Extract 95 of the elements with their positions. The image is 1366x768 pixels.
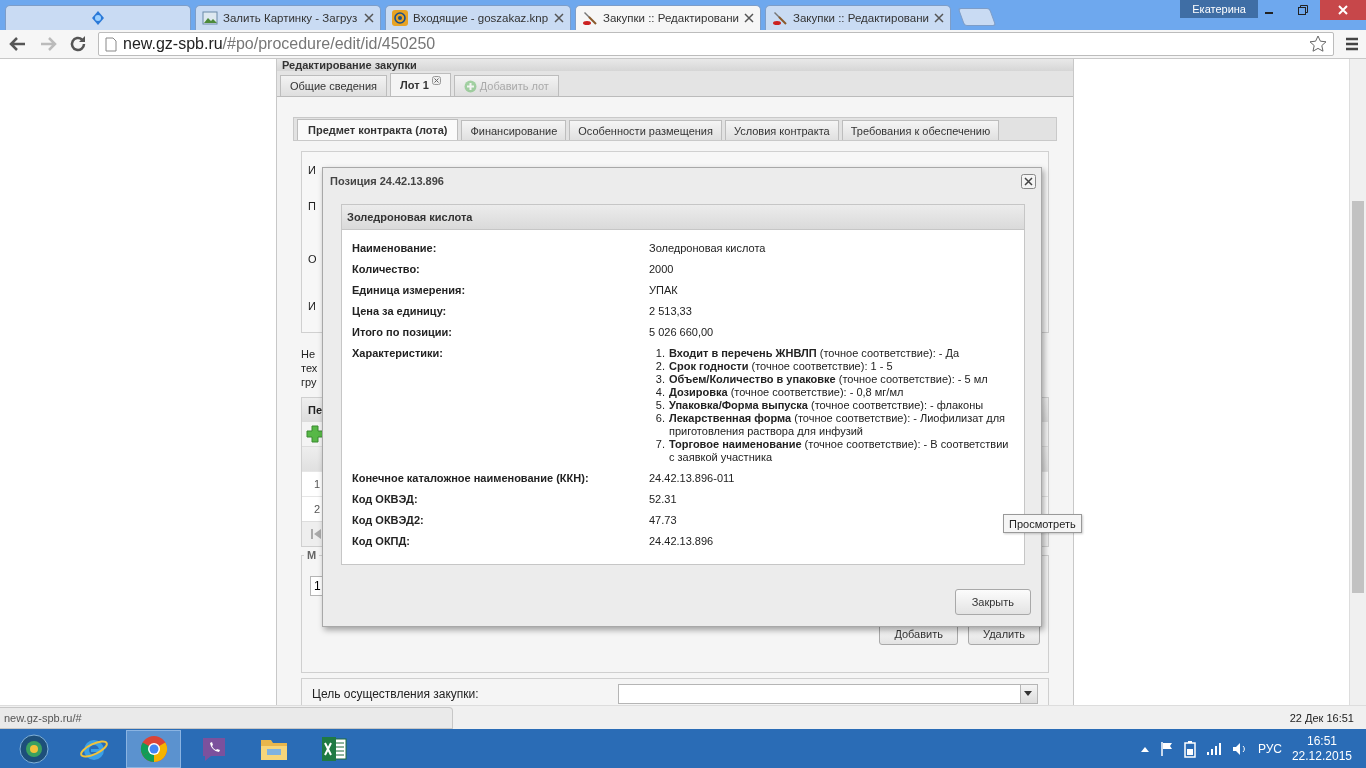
field-label: О [308, 253, 317, 265]
close-icon[interactable] [554, 13, 564, 23]
section-title: Золедроновая кислота [342, 205, 1024, 230]
field-value: УПАК [649, 284, 678, 296]
list-item: Лекарственная форма (точное соответствие): - Лиофилизат для приготовления раствора для инфузий [669, 412, 1007, 438]
language-indicator[interactable]: РУС [1257, 742, 1282, 756]
field-value: 24.42.13.896-011 [649, 472, 735, 484]
hammer-icon [582, 10, 598, 26]
signal-icon[interactable] [1205, 742, 1222, 756]
note-text: гру [301, 376, 317, 388]
browser-tab[interactable]: Залить Картинку - Загруз [195, 5, 381, 30]
field-value: Золедроновая кислота [649, 242, 766, 254]
tab[interactable]: Предмет контракта (лота) [297, 119, 459, 140]
reload-icon[interactable] [68, 34, 88, 54]
field-label: Количество: [352, 263, 421, 276]
field-label: Цена за единицу: [352, 305, 448, 318]
browser-tab[interactable]: Входящие - goszakaz.knp [385, 5, 571, 30]
star-icon[interactable] [1309, 35, 1327, 53]
chrome-icon[interactable] [139, 735, 168, 763]
tab[interactable]: Лот 1 [390, 73, 451, 96]
close-icon[interactable] [431, 76, 441, 85]
field-value: 2000 [649, 263, 674, 275]
field-label: Код ОКВЭД: [352, 493, 419, 506]
list-number: 2. [654, 360, 665, 373]
profile-name[interactable]: Екатерина [1180, 0, 1258, 18]
field-value: 47.73 [649, 514, 677, 526]
scrollbar[interactable] [1349, 59, 1366, 706]
tab[interactable]: Финансирование [461, 120, 567, 140]
list-number: 1. [654, 347, 665, 360]
close-button[interactable]: Закрыть [954, 589, 1031, 615]
field-label: Единица измерения: [352, 284, 467, 297]
list-number: 4. [654, 386, 665, 399]
close-button[interactable] [1320, 0, 1366, 20]
restore-icon[interactable] [1298, 5, 1308, 15]
field-value: 24.42.13.896 [649, 535, 714, 547]
tab[interactable]: Условия контракта [724, 120, 839, 140]
list-number: 7. [654, 438, 665, 452]
address-bar[interactable]: new.gz-spb.ru/#po/procedure/edit/id/450250 [98, 32, 1334, 56]
menu-icon[interactable] [1344, 36, 1360, 52]
field-label: Наименование: [352, 242, 438, 255]
field-label: И [308, 164, 316, 176]
close-icon[interactable] [744, 13, 754, 23]
browser-tab[interactable]: Закупки :: Редактировани [765, 5, 951, 30]
field-label: И [308, 300, 316, 312]
row-number: 1 [312, 478, 322, 490]
spreadsheet-icon[interactable] [319, 735, 348, 763]
close-icon[interactable] [364, 13, 374, 23]
dialog-title: Позиция 24.42.13.896 [330, 175, 444, 187]
image-icon [202, 11, 218, 25]
app-icon [90, 10, 106, 26]
tab[interactable]: Особенности размещения [569, 120, 722, 140]
tab[interactable]: Общие сведения [280, 75, 388, 96]
note-text: Не [301, 348, 316, 360]
tab[interactable]: Требования к обеспечению [841, 120, 1000, 140]
speaker-icon[interactable] [1231, 742, 1248, 756]
field-label: П [308, 200, 316, 212]
hammer-icon [772, 10, 788, 26]
field-value: 5 026 660,00 [649, 326, 714, 338]
field-label: Код ОКПД: [352, 535, 411, 548]
plus-icon [463, 79, 477, 93]
at-sign-icon [392, 10, 408, 26]
field-value: 2 513,33 [649, 305, 692, 317]
field-label: Цель осуществления закупки: [312, 686, 480, 703]
field-value: 52.31 [649, 493, 677, 505]
flag-icon[interactable] [1159, 741, 1174, 757]
field-label: Характеристики: [352, 347, 444, 361]
field-label: Конечное каталожное наименование (ККН): [352, 472, 590, 485]
fieldset-legend: М [304, 549, 320, 561]
note-text: тех [301, 362, 318, 374]
status-bubble: new.gz-spb.ru/# [0, 707, 453, 729]
add-icon[interactable] [306, 425, 324, 443]
browser-tab[interactable]: Закупки :: Редактировани [575, 5, 761, 30]
field-label: Итого по позиции: [352, 326, 453, 339]
table-title: Пе [308, 404, 323, 416]
clock[interactable]: 16:51 22.12.2015 [1291, 734, 1352, 764]
list-item: Входит в перечень ЖНВЛП (точное соответствие): - Да [669, 347, 960, 360]
taskbar-app[interactable] [126, 730, 181, 768]
field-label: Код ОКВЭД2: [352, 514, 425, 527]
list-item: Срок годности (точное соответствие): 1 - 5 [669, 360, 893, 373]
row-number: 2 [312, 503, 322, 515]
list-number: 6. [654, 412, 665, 426]
close-icon[interactable] [1021, 173, 1036, 189]
close-icon[interactable] [934, 13, 944, 23]
list-item: Упаковка/Форма выпуска (точное соответствие): - флаконы [669, 399, 984, 412]
page-icon [105, 36, 117, 52]
list-number: 3. [654, 373, 665, 386]
date-time: 22 Дек 16:51 [1289, 711, 1354, 724]
up-arrow-icon[interactable] [1139, 745, 1150, 753]
list-item: Объем/Количество в упаковке (точное соответствие): - 5 мл [669, 373, 988, 386]
list-item: Дозировка (точное соответствие): - 0,8 мг/мл [669, 386, 904, 399]
tooltip: Просмотреть [1003, 514, 1082, 533]
list-number: 5. [654, 399, 665, 412]
panel-title: Редактирование закупки [277, 59, 1073, 71]
list-item: Торговое наименование (точное соответствие): - В соответствии с заявкой участника [669, 438, 1010, 464]
battery-icon[interactable] [1183, 740, 1196, 758]
